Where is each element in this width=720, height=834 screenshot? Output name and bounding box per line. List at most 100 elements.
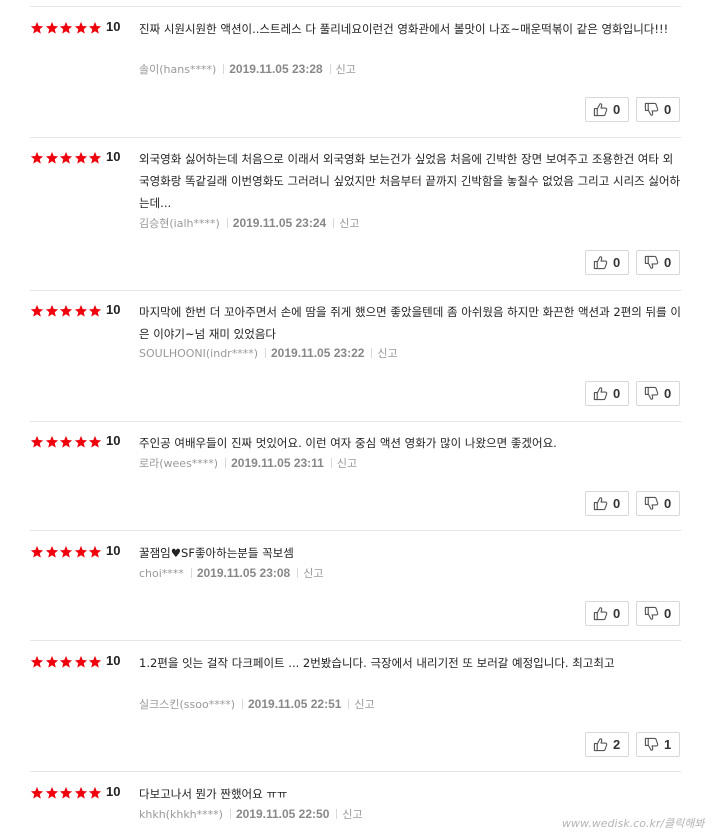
star-icon xyxy=(30,545,44,558)
vote-buttons: 00 xyxy=(585,601,680,626)
thumbs-up-icon xyxy=(593,387,608,401)
like-button[interactable]: 0 xyxy=(585,601,629,626)
review-author: 로라(wees****) xyxy=(139,457,219,470)
thumbs-down-icon xyxy=(644,386,659,400)
star-icon xyxy=(74,655,87,668)
rating-score: 10 xyxy=(106,19,121,34)
dislike-button[interactable]: 0 xyxy=(636,381,680,406)
review-author: 솔이(hans****) xyxy=(139,63,217,76)
star-icon xyxy=(45,786,58,799)
report-link[interactable]: 신고 xyxy=(339,217,359,230)
thumbs-down-icon xyxy=(644,102,659,116)
star-icon xyxy=(74,21,87,34)
divider xyxy=(30,530,681,531)
star-icon xyxy=(30,21,44,34)
divider xyxy=(30,771,681,772)
divider xyxy=(30,137,681,138)
thumbs-up-icon xyxy=(593,256,608,270)
star-icon xyxy=(30,304,44,317)
review-date: 2019.11.05 23:11 xyxy=(231,456,324,470)
meta-separator xyxy=(229,809,231,819)
star-icon xyxy=(45,655,58,668)
review-meta: 솔이(hans****) 2019.11.05 23:28 신고 xyxy=(139,62,356,77)
like-button[interactable]: 0 xyxy=(585,491,629,516)
rating-score: 10 xyxy=(106,784,121,799)
star-icon xyxy=(59,151,73,164)
like-button[interactable]: 0 xyxy=(585,250,629,275)
review-date: 2019.11.05 22:51 xyxy=(248,697,342,711)
meta-separator xyxy=(226,218,228,228)
vote-buttons: 00 xyxy=(585,491,680,516)
star-icon xyxy=(88,435,102,448)
star-icon xyxy=(45,21,58,34)
review-date: 2019.11.05 22:50 xyxy=(235,807,330,821)
rating-score: 10 xyxy=(106,543,121,558)
review-text: 진짜 시원시원한 액션이..스트레스 다 풀리네요이런건 영화관에서 볼맛이 나… xyxy=(139,22,669,36)
review-text: 다보고나서 뭔가 짠했어요 ㅠㅠ xyxy=(139,787,288,801)
dislike-button[interactable]: 0 xyxy=(636,491,680,516)
watermark: www.wedisk.co.kr/클릭해봐 xyxy=(562,817,705,830)
report-link[interactable]: 신고 xyxy=(342,808,362,821)
report-link[interactable]: 신고 xyxy=(336,63,356,76)
star-icon xyxy=(88,786,102,799)
report-link[interactable]: 신고 xyxy=(354,698,374,711)
star-icon xyxy=(74,304,87,317)
meta-separator xyxy=(225,458,227,468)
meta-separator xyxy=(190,568,192,578)
dislike-button[interactable]: 0 xyxy=(636,601,680,626)
rating-score: 10 xyxy=(106,302,121,317)
review-date: 2019.11.05 23:08 xyxy=(196,566,291,580)
thumbs-down-icon xyxy=(644,606,659,620)
vote-buttons: 21 xyxy=(585,732,680,757)
vote-buttons: 00 xyxy=(585,381,680,406)
star-icon xyxy=(59,655,73,668)
star-icon xyxy=(45,435,58,448)
rating-score: 10 xyxy=(106,653,121,668)
star-icon xyxy=(59,545,73,558)
vote-buttons: 00 xyxy=(585,250,680,275)
vote-buttons: 00 xyxy=(585,97,680,122)
like-count: 2 xyxy=(613,737,621,752)
report-link[interactable]: 신고 xyxy=(377,347,397,360)
divider xyxy=(30,6,681,7)
dislike-count: 0 xyxy=(664,496,672,511)
like-button[interactable]: 0 xyxy=(585,97,629,122)
like-button[interactable]: 2 xyxy=(585,732,629,757)
meta-separator xyxy=(330,458,332,468)
star-icon xyxy=(88,151,102,164)
dislike-button[interactable]: 0 xyxy=(636,250,680,275)
thumbs-up-icon xyxy=(593,497,608,511)
dislike-count: 0 xyxy=(664,255,672,270)
dislike-count: 0 xyxy=(664,102,672,117)
review-meta: SOULHOONI(indr****) 2019.11.05 23:22 신고 xyxy=(139,346,398,361)
dislike-count: 0 xyxy=(664,386,672,401)
star-icon xyxy=(88,545,102,558)
report-link[interactable]: 신고 xyxy=(337,457,357,470)
star-icon xyxy=(45,151,58,164)
star-icon xyxy=(30,151,44,164)
review-text: 주인공 여배우들이 진짜 멋있어요. 이런 여자 중심 액션 영화가 많이 나왔… xyxy=(139,436,557,450)
star-icon xyxy=(59,786,73,799)
review-text: 1.2편을 잇는 걸작 다크페이트 ... 2번봤습니다. 극장에서 내리기전 … xyxy=(139,656,615,670)
dislike-count: 0 xyxy=(664,606,672,621)
like-button[interactable]: 0 xyxy=(585,381,629,406)
star-icon xyxy=(88,21,102,34)
meta-separator xyxy=(348,699,350,709)
star-icon xyxy=(30,435,44,448)
star-icon xyxy=(74,435,87,448)
rating-score: 10 xyxy=(106,433,121,448)
review-text: 꿀잼임♥SF좋아하는분들 꼭보셈 xyxy=(139,546,294,560)
like-count: 0 xyxy=(613,606,621,621)
thumbs-up-icon xyxy=(593,607,608,621)
star-icon xyxy=(88,655,102,668)
report-link[interactable]: 신고 xyxy=(303,567,323,580)
star-icon xyxy=(88,304,102,317)
meta-separator xyxy=(297,568,299,578)
star-icon xyxy=(45,304,58,317)
review-text: 외국영화 싫어하는데 처음으로 이래서 외국영화 보는건가 싶었음 처음에 긴박… xyxy=(139,152,681,210)
dislike-button[interactable]: 1 xyxy=(636,732,680,757)
star-icon xyxy=(74,545,87,558)
dislike-button[interactable]: 0 xyxy=(636,97,680,122)
thumbs-down-icon xyxy=(644,255,659,269)
star-icon xyxy=(59,304,73,317)
